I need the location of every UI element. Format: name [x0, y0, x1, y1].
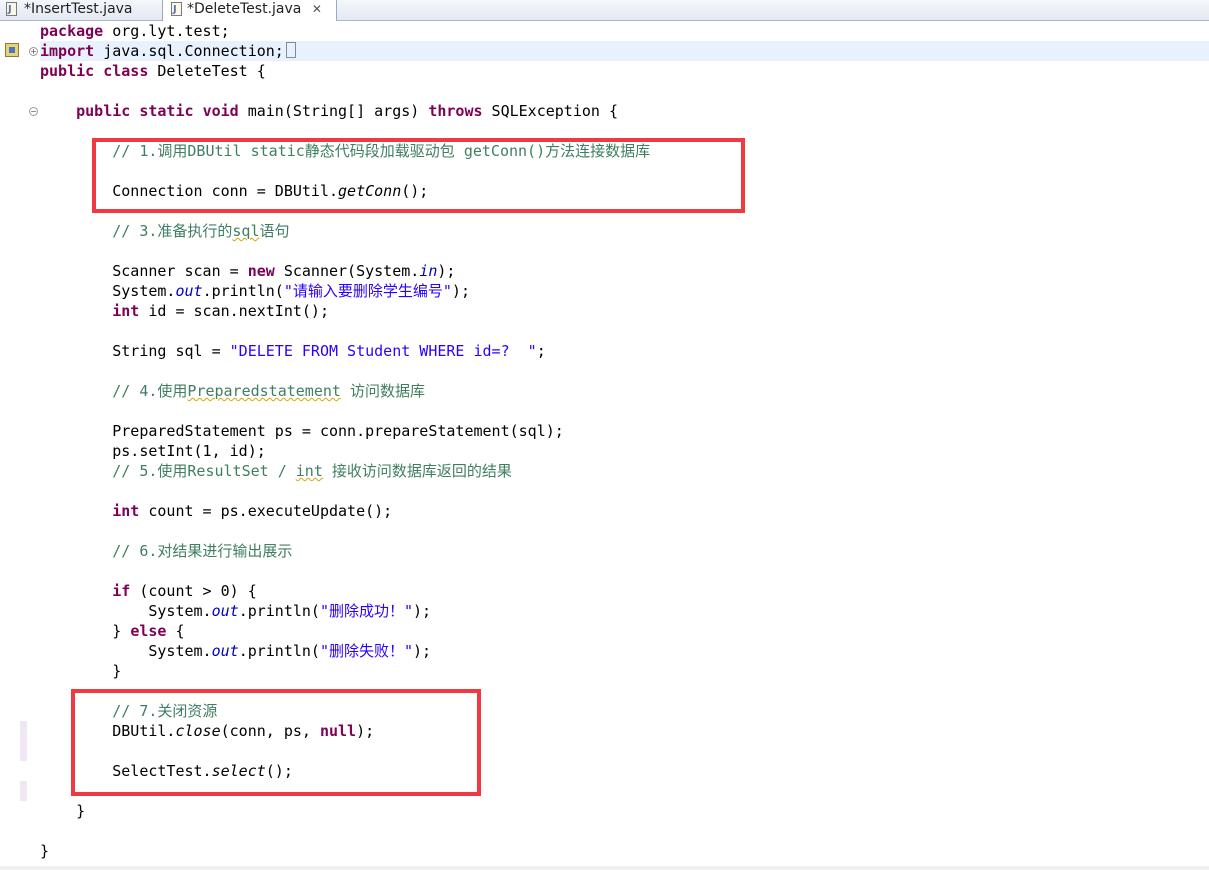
- annotation-marker-icon: [5, 43, 19, 57]
- code-line: System.out.println("请输入要删除学生编号");: [112, 282, 470, 300]
- tab-delete-test[interactable]: *DeleteTest.java ✕: [162, 0, 337, 21]
- java-file-icon: [171, 1, 182, 19]
- code-line: public class DeleteTest {: [40, 62, 266, 80]
- code-line: public static void main(String[] args) t…: [76, 102, 618, 120]
- code-line: String sql = "DELETE FROM Student WHERE …: [112, 342, 546, 360]
- highlight-box-close-resources: [71, 689, 481, 796]
- change-marker: [20, 721, 27, 761]
- code-line: System.out.println("删除失败！");: [148, 642, 432, 660]
- horizontal-scrollbar[interactable]: [0, 866, 1209, 870]
- code-line: if (count > 0) {: [112, 582, 257, 600]
- code-line: // 6.对结果进行输出展示: [112, 542, 293, 560]
- code-line: System.out.println("删除成功！");: [148, 602, 432, 620]
- code-editor[interactable]: + − package org.lyt.test; import java.sq…: [0, 21, 1209, 870]
- fold-expand-icon[interactable]: +: [29, 47, 38, 56]
- code-line: // 3.准备执行的sql语句: [112, 222, 290, 240]
- editor-tab-bar: *InsertTest.java *DeleteTest.java ✕: [0, 0, 1209, 21]
- code-line: int count = ps.executeUpdate();: [112, 502, 393, 520]
- code-line: ps.setInt(1, id);: [112, 442, 266, 460]
- code-line: // 5.使用ResultSet / int 接收访问数据库返回的结果: [112, 462, 512, 480]
- highlight-box-connection: [92, 138, 745, 213]
- code-line: import java.sql.Connection;: [40, 42, 296, 60]
- code-line: Scanner scan = new Scanner(System.in);: [112, 262, 456, 280]
- code-line: } else {: [112, 622, 185, 640]
- code-line: package org.lyt.test;: [40, 22, 230, 40]
- tab-insert-test[interactable]: *InsertTest.java: [0, 0, 160, 20]
- code-line: }: [76, 802, 86, 820]
- vertical-ruler: + −: [0, 21, 40, 870]
- code-line: }: [40, 842, 50, 860]
- java-file-icon: [6, 1, 17, 19]
- tab-label: *InsertTest.java: [24, 1, 133, 17]
- code-line: PreparedStatement ps = conn.prepareState…: [112, 422, 564, 440]
- tab-label: *DeleteTest.java: [187, 1, 302, 17]
- fold-collapse-icon[interactable]: −: [29, 107, 38, 116]
- close-icon[interactable]: ✕: [312, 0, 322, 18]
- code-line: int id = scan.nextInt();: [112, 302, 329, 320]
- change-marker: [20, 781, 27, 801]
- code-line: // 4.使用Preparedstatement 访问数据库: [112, 382, 425, 400]
- code-line: }: [112, 662, 122, 680]
- collapsed-imports-marker[interactable]: [285, 42, 296, 58]
